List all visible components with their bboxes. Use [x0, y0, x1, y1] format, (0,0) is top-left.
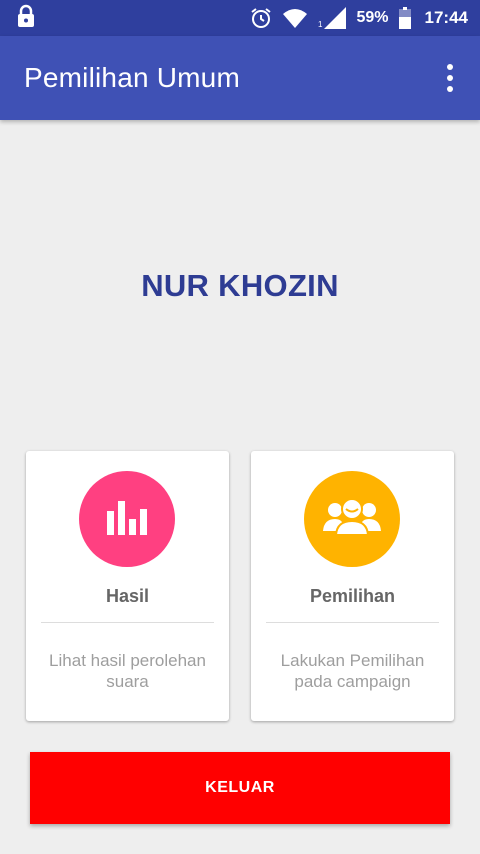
overflow-dot	[447, 86, 453, 92]
hasil-divider	[41, 622, 214, 623]
overflow-dot	[447, 64, 453, 70]
hasil-title: Hasil	[105, 586, 150, 606]
hasil-description: Lihat hasil perolehan suara	[49, 651, 206, 691]
app-title: Pemilihan Umum	[24, 62, 240, 93]
user-name: NUR KHOZIN	[141, 268, 339, 303]
logout-button[interactable]: KELUAR	[30, 752, 450, 824]
wifi-icon	[282, 8, 308, 28]
pemilihan-icon-circle	[304, 471, 400, 567]
clock: 17:44	[424, 8, 468, 27]
status-right: 1 59% 17:44	[250, 7, 468, 29]
group-icon	[322, 497, 382, 542]
pemilihan-divider	[266, 622, 439, 623]
pemilihan-card[interactable]: Pemilihan Lakukan Pemilihan pada campaig…	[251, 451, 454, 721]
battery-icon	[398, 7, 411, 29]
app-bar: Pemilihan Umum	[0, 36, 480, 120]
pemilihan-description: Lakukan Pemilihan pada campaign	[280, 651, 425, 691]
battery-percent: 59%	[356, 9, 389, 26]
status-left	[16, 4, 36, 33]
lock-icon	[16, 4, 36, 33]
bar-chart-icon	[105, 497, 149, 542]
signal-icon: 1	[318, 7, 347, 29]
overflow-menu-icon[interactable]	[436, 58, 464, 98]
alarm-icon	[250, 7, 272, 29]
overflow-dot	[447, 75, 453, 81]
status-bar: 1 59% 17:44	[0, 0, 480, 36]
pemilihan-title: Pemilihan	[309, 586, 396, 606]
signal-sub-label: 1	[318, 20, 323, 29]
hasil-icon-circle	[79, 471, 175, 567]
hasil-card[interactable]: Hasil Lihat hasil perolehan suara	[26, 451, 229, 721]
